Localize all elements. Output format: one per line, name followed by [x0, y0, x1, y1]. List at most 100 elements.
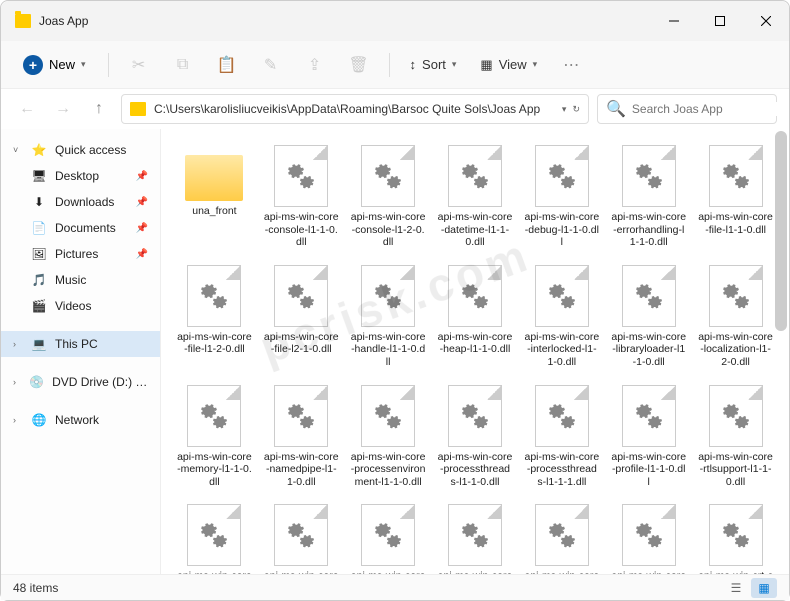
details-view-button[interactable]: ☰ — [723, 578, 749, 598]
new-button[interactable]: + New ▾ — [13, 49, 96, 81]
file-icon — [709, 145, 763, 207]
sidebar-item-downloads[interactable]: ⬇ Downloads 📌 — [1, 189, 160, 215]
folder-item[interactable]: una_front — [173, 141, 256, 253]
chevron-down-icon: ▾ — [81, 59, 86, 70]
view-icon: ▦ — [480, 57, 492, 73]
file-name: api-ms-win-core-synch-l1-1-0.dll — [264, 570, 339, 574]
file-name: api-ms-win-core-rtlsupport-l1-1-0.dll — [698, 451, 773, 489]
file-item[interactable]: api-ms-win-core-processenvironment-l1-1-… — [347, 381, 430, 493]
share-button[interactable]: ⇪ — [297, 47, 333, 83]
sidebar-item-dvd[interactable]: › 💿 DVD Drive (D:) CCCC — [1, 369, 160, 395]
file-item[interactable]: api-ms-win-core-rtlsupport-l1-1-0.dll — [694, 381, 777, 493]
file-item[interactable]: api-ms-win-core-timezone-l1-1-0.dll — [520, 500, 603, 574]
file-icon — [622, 145, 676, 207]
file-item[interactable]: api-ms-win-core-namedpipe-l1-1-0.dll — [260, 381, 343, 493]
file-item[interactable]: api-ms-win-core-util-l1-1-0.dll — [607, 500, 690, 574]
pin-icon: 📌 — [136, 171, 148, 182]
search-input[interactable] — [632, 102, 787, 116]
file-name: api-ms-win-core-localization-l1-2-0.dll — [698, 331, 773, 369]
sidebar-item-music[interactable]: 🎵 Music — [1, 267, 160, 293]
more-button[interactable]: ⋯ — [553, 47, 589, 83]
file-icon — [709, 265, 763, 327]
delete-button[interactable]: 🗑 — [341, 47, 377, 83]
file-item[interactable]: api-ms-win-core-interlocked-l1-1-0.dll — [520, 261, 603, 373]
view-button[interactable]: ▦ View ▾ — [472, 51, 545, 79]
file-item[interactable]: api-ms-win-core-debug-l1-1-0.dll — [520, 141, 603, 253]
file-name: una_front — [192, 205, 236, 218]
file-item[interactable]: api-ms-win-core-synch-l1-2-0.dll — [347, 500, 430, 574]
file-name: api-ms-win-core-sysinfo-l1-1-0.dll — [438, 570, 513, 574]
minimize-button[interactable] — [651, 1, 697, 41]
file-icon — [274, 265, 328, 327]
search-box[interactable]: 🔍 — [597, 94, 777, 124]
file-item[interactable]: api-ms-win-core-file-l1-2-0.dll — [173, 261, 256, 373]
file-icon — [709, 504, 763, 566]
sidebar-item-quick-access[interactable]: ˅ ⭐ Quick access — [1, 137, 160, 163]
pin-icon: 📌 — [136, 249, 148, 260]
sidebar-item-network[interactable]: › 🌐 Network — [1, 407, 160, 433]
file-name: api-ms-win-core-console-l1-1-0.dll — [264, 211, 339, 249]
file-item[interactable]: api-ms-win-crt-conio-l1-1-0.dll — [694, 500, 777, 574]
scrollbar[interactable] — [775, 131, 787, 572]
file-item[interactable]: api-ms-win-core-synch-l1-1-0.dll — [260, 500, 343, 574]
rename-button[interactable]: ✎ — [253, 47, 289, 83]
file-icon — [535, 265, 589, 327]
file-item[interactable]: api-ms-win-core-console-l1-2-0.dll — [347, 141, 430, 253]
icons-view-button[interactable]: ▦ — [751, 578, 777, 598]
sidebar-item-videos[interactable]: 🎬 Videos — [1, 293, 160, 319]
file-item[interactable]: api-ms-win-core-processthreads-l1-1-1.dl… — [520, 381, 603, 493]
file-name: api-ms-win-core-string-l1-1-0.dll — [177, 570, 252, 574]
chevron-down-icon: ▾ — [533, 59, 538, 70]
chevron-right-icon: › — [13, 339, 23, 349]
cut-button[interactable]: ✂ — [121, 47, 157, 83]
folder-icon — [130, 102, 146, 116]
search-icon: 🔍 — [606, 99, 626, 119]
sort-button[interactable]: ↕ Sort ▾ — [402, 51, 465, 78]
file-item[interactable]: api-ms-win-core-console-l1-1-0.dll — [260, 141, 343, 253]
file-item[interactable]: api-ms-win-core-processthreads-l1-1-0.dl… — [434, 381, 517, 493]
status-bar: 48 items ☰ ▦ — [1, 574, 789, 600]
chevron-down-icon: ˅ — [13, 145, 23, 155]
maximize-button[interactable] — [697, 1, 743, 41]
close-button[interactable] — [743, 1, 789, 41]
network-icon: 🌐 — [31, 412, 47, 428]
file-item[interactable]: api-ms-win-core-memory-l1-1-0.dll — [173, 381, 256, 493]
sidebar-item-pictures[interactable]: 🖼 Pictures 📌 — [1, 241, 160, 267]
back-button[interactable]: ← — [13, 95, 41, 123]
sidebar-item-desktop[interactable]: 🖥 Desktop 📌 — [1, 163, 160, 189]
file-item[interactable]: api-ms-win-core-errorhandling-l1-1-0.dll — [607, 141, 690, 253]
refresh-icon[interactable]: ↻ — [572, 104, 580, 115]
file-item[interactable]: api-ms-win-core-heap-l1-1-0.dll — [434, 261, 517, 373]
pc-icon: 💻 — [31, 336, 47, 352]
sidebar-item-documents[interactable]: 📄 Documents 📌 — [1, 215, 160, 241]
videos-icon: 🎬 — [31, 298, 47, 314]
file-name: api-ms-win-core-synch-l1-2-0.dll — [351, 570, 426, 574]
address-input[interactable] — [154, 102, 558, 116]
file-icon — [622, 504, 676, 566]
pin-icon: 📌 — [136, 197, 148, 208]
file-item[interactable]: api-ms-win-core-profile-l1-1-0.dll — [607, 381, 690, 493]
sidebar: ˅ ⭐ Quick access 🖥 Desktop 📌 ⬇ Downloads… — [1, 129, 161, 574]
file-name: api-ms-win-core-memory-l1-1-0.dll — [177, 451, 252, 489]
paste-button[interactable]: 📋 — [209, 47, 245, 83]
sort-icon: ↕ — [410, 57, 417, 72]
file-item[interactable]: api-ms-win-core-libraryloader-l1-1-0.dll — [607, 261, 690, 373]
folder-icon — [15, 14, 31, 28]
file-item[interactable]: api-ms-win-core-file-l2-1-0.dll — [260, 261, 343, 373]
up-button[interactable]: ↑ — [85, 95, 113, 123]
file-item[interactable]: api-ms-win-core-file-l1-1-0.dll — [694, 141, 777, 253]
file-icon — [361, 145, 415, 207]
sidebar-item-this-pc[interactable]: › 💻 This PC — [1, 331, 160, 357]
file-item[interactable]: api-ms-win-core-handle-l1-1-0.dll — [347, 261, 430, 373]
file-item[interactable]: api-ms-win-core-string-l1-1-0.dll — [173, 500, 256, 574]
file-item[interactable]: api-ms-win-core-sysinfo-l1-1-0.dll — [434, 500, 517, 574]
separator — [389, 53, 390, 77]
folder-icon — [185, 155, 243, 201]
file-item[interactable]: api-ms-win-core-localization-l1-2-0.dll — [694, 261, 777, 373]
copy-button[interactable]: ⧉ — [165, 47, 201, 83]
address-box[interactable]: ▾ ↻ — [121, 94, 589, 124]
desktop-icon: 🖥 — [31, 168, 47, 184]
file-icon — [448, 145, 502, 207]
forward-button[interactable]: → — [49, 95, 77, 123]
file-item[interactable]: api-ms-win-core-datetime-l1-1-0.dll — [434, 141, 517, 253]
